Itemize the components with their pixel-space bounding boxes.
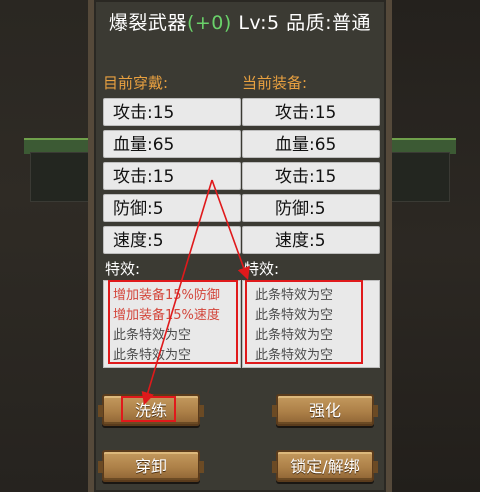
equip-stat-attack: 攻击:15 xyxy=(242,98,380,126)
current-worn-header: 目前穿戴: xyxy=(103,74,169,92)
equip-stat-attack-2: 攻击:15 xyxy=(242,162,380,190)
equip-special-effects: 此条特效为空 此条特效为空 此条特效为空 此条特效为空 xyxy=(242,280,380,368)
special-effect-line: 此条特效为空 xyxy=(255,348,334,363)
item-level: Lv:5 xyxy=(238,12,280,34)
equip-stat-hp: 血量:65 xyxy=(242,130,380,158)
special-effect-line: 此条特效为空 xyxy=(255,308,334,323)
background-slot xyxy=(30,152,92,202)
refine-button[interactable]: 洗练 xyxy=(98,394,204,426)
worn-special-effects: 增加装备15%防御 增加装备15%速度 此条特效为空 此条特效为空 xyxy=(103,280,241,368)
special-effect-line: 此条特效为空 xyxy=(255,328,334,343)
background-slot xyxy=(388,152,450,202)
special-effect-line: 此条特效为空 xyxy=(255,288,334,303)
worn-stat-attack-2: 攻击:15 xyxy=(103,162,241,190)
background-right xyxy=(388,0,480,492)
worn-special-label: 特效: xyxy=(105,260,141,278)
equip-special-label: 特效: xyxy=(244,260,280,278)
equip-stat-defense: 防御:5 xyxy=(242,194,380,222)
wear-unwear-button[interactable]: 穿卸 xyxy=(98,450,204,482)
special-effect-line: 此条特效为空 xyxy=(113,328,192,343)
item-title: 爆裂武器(+0) Lv:5 品质:普通 xyxy=(0,8,480,35)
special-effect-line: 增加装备15%速度 xyxy=(113,308,220,323)
worn-stat-hp: 血量:65 xyxy=(103,130,241,158)
special-effect-line: 增加装备15%防御 xyxy=(113,288,220,303)
background-left xyxy=(0,0,92,492)
enhance-button[interactable]: 强化 xyxy=(272,394,378,426)
enhance-level: (+0) xyxy=(186,12,232,34)
item-quality: 品质:普通 xyxy=(286,12,372,34)
equip-stat-speed: 速度:5 xyxy=(242,226,380,254)
special-effect-line: 此条特效为空 xyxy=(113,348,192,363)
worn-stat-defense: 防御:5 xyxy=(103,194,241,222)
current-equip-header: 当前装备: xyxy=(242,74,308,92)
worn-stat-speed: 速度:5 xyxy=(103,226,241,254)
lock-unlock-button[interactable]: 锁定/解绑 xyxy=(272,450,378,482)
worn-stat-attack: 攻击:15 xyxy=(103,98,241,126)
item-name: 爆裂武器 xyxy=(108,12,187,34)
